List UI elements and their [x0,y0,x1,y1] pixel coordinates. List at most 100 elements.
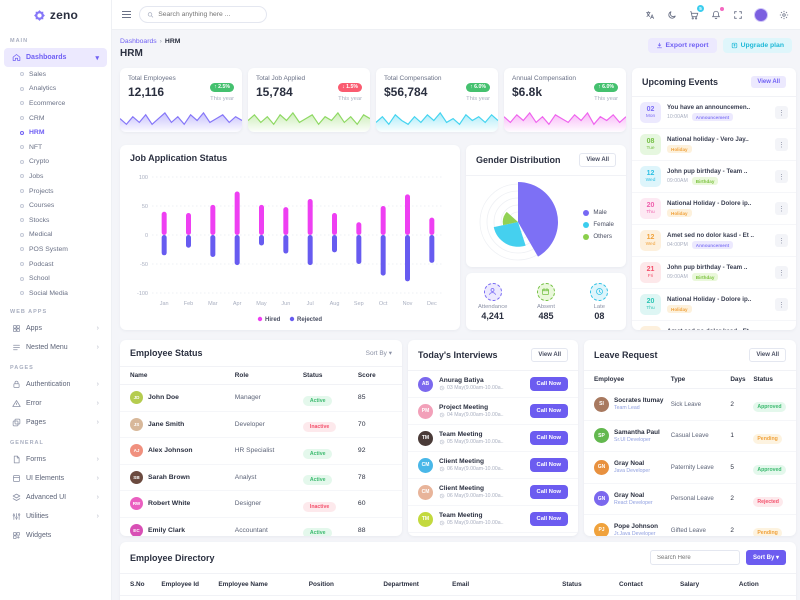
notifications-icon[interactable] [710,9,722,21]
directory-search-input[interactable] [650,550,740,565]
interview-time: 06 May(9.00am-10.00a.. [439,493,504,499]
sidebar-item-stocks[interactable]: Stocks [0,213,111,228]
event-list-item: 12WedJohn pup birthday - Team ..09:00AMB… [632,161,796,193]
breadcrumb-dashboards-link[interactable]: Dashboards [120,38,157,45]
sidebar-item-ui-elements[interactable]: UI Elements› [4,469,107,488]
sidebar-item-widgets[interactable]: Widgets [4,526,107,545]
sidebar-item-crypto[interactable]: Crypto [0,155,111,170]
search-input[interactable] [158,11,259,18]
leave-view-all-button[interactable]: View All [749,348,786,362]
sidebar-item-label: Pages [26,419,46,426]
sidebar-subitem-label: Sales [29,71,46,78]
user-avatar[interactable] [754,8,768,22]
leave-request-header-row: EmployeeTypeDaysStatus [584,371,796,389]
download-icon [656,42,663,49]
clock-icon [439,493,445,499]
gender-view-all-button[interactable]: View All [579,153,616,167]
event-date-badge: 12Wed [640,166,661,187]
call-now-button[interactable]: Call Now [530,431,568,445]
sidebar-item-advanced-ui[interactable]: Advanced UI› [4,488,107,507]
employee-status-row: JSJane SmithDeveloperInactive70 [120,412,402,439]
sidebar-item-pos-system[interactable]: POS System [0,242,111,257]
event-more-menu-icon[interactable]: ⋮ [775,138,788,151]
svg-text:-100: -100 [137,291,148,297]
interview-time: 05 May(9.00am-10.00a.. [439,520,504,526]
event-more-menu-icon[interactable]: ⋮ [775,202,788,215]
sidebar-item-sales[interactable]: Sales [0,67,111,82]
event-more-menu-icon[interactable]: ⋮ [775,234,788,247]
sidebar-item-nft[interactable]: NFT [0,140,111,155]
call-now-button[interactable]: Call Now [530,512,568,526]
sidebar-section-label: PAGES [0,357,111,375]
directory-sort-button[interactable]: Sort By ▾ [746,550,786,565]
event-list-item: 08TueNational holiday - Vero Jay..Holida… [632,129,796,161]
sidebar: zeno MAINDashboards▾SalesAnalyticsEcomme… [0,0,112,600]
column-header: Position [309,581,384,588]
translate-icon[interactable] [644,9,656,21]
chevron-icon: › [97,456,99,463]
employee-status-sort-dropdown[interactable]: Sort By ▾ [366,349,392,357]
employee-status-row: RWRobert WhiteDesignerInactive60 [120,491,402,518]
avatar: SP [594,428,609,443]
call-now-button[interactable]: Call Now [530,404,568,418]
sidebar-item-authentication[interactable]: Authentication› [4,375,107,394]
sidebar-item-social-media[interactable]: Social Media [0,286,111,301]
sidebar-item-hrm[interactable]: HRM [0,125,111,140]
sidebar-item-crm[interactable]: CRM [0,111,111,126]
sidebar-item-forms[interactable]: Forms› [4,450,107,469]
sidebar-item-pages[interactable]: Pages› [4,413,107,432]
main-content: Dashboards›HRM HRM Export report Upgrade… [112,30,800,600]
sidebar-item-nested-menu[interactable]: Nested Menu› [4,338,107,357]
clock-icon [439,385,445,391]
status-badge: Active [303,449,333,459]
layers-icon [12,493,21,502]
column-header: Action [739,581,786,588]
sidebar-item-podcast[interactable]: Podcast [0,257,111,272]
call-now-button[interactable]: Call Now [530,458,568,472]
stat-value: $56,784 [384,85,441,99]
sidebar-item-utilities[interactable]: Utilities› [4,507,107,526]
call-now-button[interactable]: Call Now [530,485,568,499]
export-report-button[interactable]: Export report [648,38,717,53]
calendar-icon-circle [537,283,555,301]
sidebar-item-courses[interactable]: Courses [0,198,111,213]
svg-text:Sep: Sep [354,301,364,307]
sidebar-item-apps[interactable]: Apps› [4,319,107,338]
sidebar-item-jobs[interactable]: Jobs [0,169,111,184]
cart-icon[interactable]: 5 [688,9,700,21]
file-icon [12,455,21,464]
column-header: Status [562,581,619,588]
interviews-view-all-button[interactable]: View All [531,348,568,362]
fullscreen-icon[interactable] [732,9,744,21]
stat-card-annual-compensation: Annual Compensation$6.8k↑ 6.0%This year [504,68,626,132]
call-now-button[interactable]: Call Now [530,377,568,391]
column-header: Contact [619,581,680,588]
person-icon [488,287,497,296]
avatar: TM [418,512,433,527]
settings-gear-icon[interactable] [778,9,790,21]
sidebar-item-dashboards[interactable]: Dashboards▾ [4,48,107,67]
global-search[interactable] [139,6,267,23]
legend-dot [583,234,589,240]
sidebar-item-ecommerce[interactable]: Ecommerce [0,96,111,111]
sidebar-item-school[interactable]: School [0,271,111,286]
event-more-menu-icon[interactable]: ⋮ [775,298,788,311]
sidebar-item-projects[interactable]: Projects [0,184,111,199]
hamburger-menu-icon[interactable] [122,11,131,19]
leave-request-title: Leave Request [594,350,658,360]
event-more-menu-icon[interactable]: ⋮ [775,266,788,279]
dark-mode-moon-icon[interactable] [666,9,678,21]
event-title: National Holiday - Dolore ip.. [667,296,769,303]
sidebar-item-label: UI Elements [26,475,64,482]
upgrade-plan-button[interactable]: Upgrade plan [723,38,792,53]
svg-text:Hired: Hired [265,317,281,323]
events-view-all-button[interactable]: View All [751,76,786,88]
sidebar-item-error[interactable]: Error› [4,394,107,413]
sidebar-item-analytics[interactable]: Analytics [0,82,111,97]
interview-list-item: TMTeam Meeting05 May(9.00am-10.00a..Call… [408,425,578,452]
brand-logo[interactable]: zeno [0,0,111,30]
sidebar-item-medical[interactable]: Medical [0,228,111,243]
bullet-icon [20,101,24,105]
event-more-menu-icon[interactable]: ⋮ [775,170,788,183]
event-more-menu-icon[interactable]: ⋮ [775,106,788,119]
